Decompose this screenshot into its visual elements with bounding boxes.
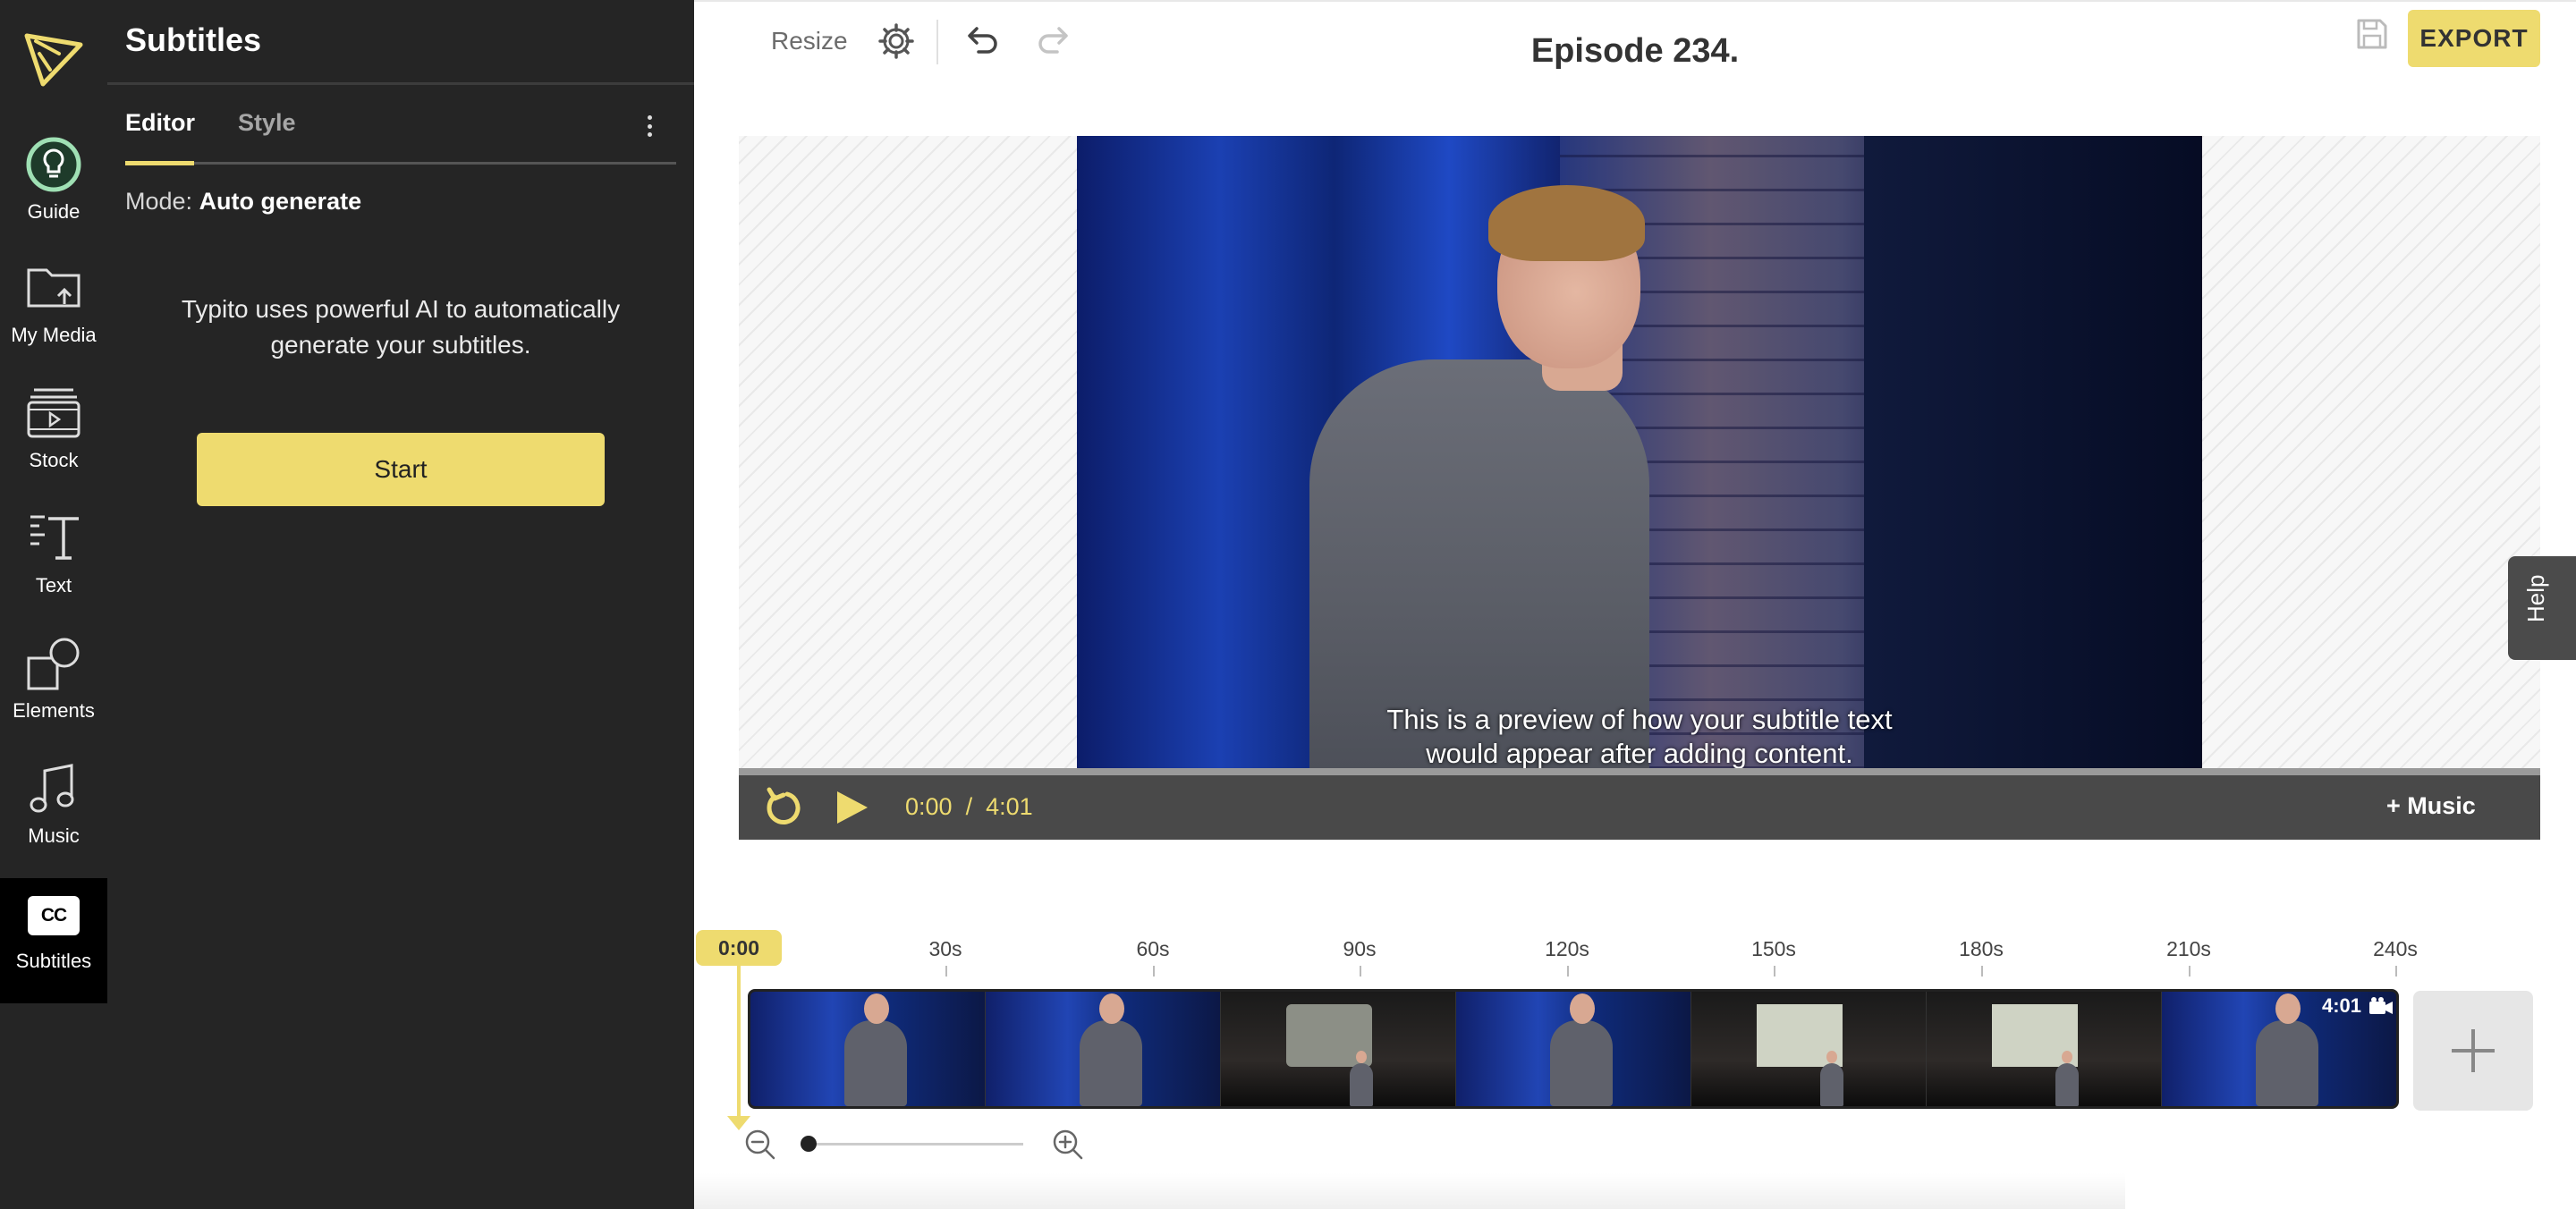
tick-mark	[2189, 966, 2190, 976]
time-display: 0:00 / 4:01	[905, 793, 1033, 821]
mode-label: Mode:	[125, 188, 193, 215]
dark-backdrop	[1864, 136, 2202, 769]
tick-mark	[945, 966, 947, 976]
tick-mark	[1360, 966, 1361, 976]
help-tab[interactable]: Help	[2508, 556, 2576, 660]
active-tab-indicator	[125, 161, 194, 165]
current-time: 0:00	[905, 793, 953, 820]
sidebar-item-guide[interactable]: Guide	[0, 125, 107, 249]
playhead-time[interactable]: 0:00	[696, 930, 782, 966]
more-options-icon[interactable]	[644, 113, 655, 140]
export-button[interactable]: EXPORT	[2408, 10, 2540, 67]
help-label: Help	[2522, 574, 2549, 622]
gear-icon[interactable]	[877, 21, 916, 61]
sidebar-item-label: My Media	[11, 324, 97, 346]
play-icon[interactable]	[834, 790, 869, 825]
clip-thumbnail	[1927, 992, 2162, 1106]
nav-rail: Guide My Media Stock Text Elements Music…	[0, 0, 107, 1209]
folder-upload-icon	[27, 268, 80, 308]
tab-underline	[125, 162, 676, 165]
timeline-ruler[interactable]: 30s 60s 90s 120s 150s 180s 210s 240s	[0, 930, 2576, 976]
toolbar-divider	[936, 20, 938, 64]
zoom-slider-handle[interactable]	[801, 1136, 817, 1152]
timeline-tick: 210s	[2166, 937, 2211, 960]
shapes-icon	[27, 638, 80, 690]
add-clip-button[interactable]	[2413, 991, 2533, 1111]
sidebar-item-music[interactable]: Music	[0, 749, 107, 873]
clip-thumbnail	[1456, 992, 1691, 1106]
zoom-slider[interactable]	[805, 1143, 1023, 1146]
timeline-tick: 150s	[1751, 937, 1796, 960]
panel-title: Subtitles	[125, 21, 262, 58]
text-icon	[30, 515, 79, 560]
sidebar-item-label: Guide	[27, 200, 80, 223]
sidebar-item-my-media[interactable]: My Media	[0, 249, 107, 372]
timeline-tick: 180s	[1959, 937, 2004, 960]
project-title[interactable]: Episode 234.	[1458, 32, 1812, 71]
film-stack-icon	[27, 388, 80, 438]
redo-icon[interactable]	[1036, 21, 1075, 61]
sidebar-item-label: Stock	[29, 449, 79, 471]
resize-button[interactable]: Resize	[771, 27, 848, 55]
player-controls: 0:00 / 4:01 + Music	[739, 775, 2540, 840]
music-note-icon	[30, 764, 74, 813]
save-icon[interactable]	[2354, 16, 2390, 52]
bulb-icon	[26, 137, 81, 192]
subtitle-description: Typito uses powerful AI to automatically…	[181, 295, 621, 359]
clip-thumbnail	[1691, 992, 1927, 1106]
zoom-out-icon[interactable]	[744, 1129, 776, 1161]
timeline-tick: 120s	[1545, 937, 1589, 960]
sidebar-item-label: Text	[35, 574, 72, 596]
clip-duration: 4:01	[2322, 994, 2362, 1017]
timeline-tick: 60s	[1136, 937, 1170, 960]
sidebar-item-text[interactable]: Text	[0, 499, 107, 622]
add-music-button[interactable]: + Music	[2386, 792, 2476, 820]
typito-logo-icon[interactable]	[23, 30, 84, 88]
clip-thumbnail	[1221, 992, 1456, 1106]
seek-bar[interactable]	[739, 768, 2540, 775]
total-duration: 4:01	[986, 793, 1033, 820]
sidebar-item-elements[interactable]: Elements	[0, 624, 107, 748]
tick-mark	[2395, 966, 2397, 976]
subtitle-line: would appear after adding content.	[1426, 738, 1853, 769]
tick-mark	[1774, 966, 1775, 976]
timeline-tick: 90s	[1343, 937, 1377, 960]
undo-icon[interactable]	[961, 21, 1000, 61]
tab-style[interactable]: Style	[238, 109, 296, 137]
divider	[107, 82, 694, 85]
plus-icon	[2452, 1029, 2495, 1072]
zoom-in-icon[interactable]	[1052, 1129, 1084, 1161]
clip-thumbnail	[750, 992, 986, 1106]
sidebar-item-label: Music	[28, 824, 80, 847]
video-preview[interactable]	[1077, 136, 2202, 769]
sidebar-item-stock[interactable]: Stock	[0, 374, 107, 497]
replay-icon[interactable]	[762, 786, 805, 829]
tab-editor[interactable]: Editor	[125, 109, 195, 137]
tick-mark	[1981, 966, 1983, 976]
playhead[interactable]	[737, 966, 741, 1123]
clip-thumbnail	[986, 992, 1221, 1106]
mode-row: Mode: Auto generate	[125, 188, 361, 216]
timeline-tick: 30s	[928, 937, 962, 960]
time-separator: /	[965, 793, 973, 820]
timeline-tick: 240s	[2373, 937, 2418, 960]
subtitle-line: This is a preview of how your subtitle t…	[1386, 704, 1893, 735]
speaker-hair	[1488, 185, 1645, 261]
subtitles-panel: Subtitles Editor Style Mode: Auto genera…	[107, 0, 694, 1209]
video-camera-icon	[2369, 997, 2393, 1014]
tick-mark	[1567, 966, 1569, 976]
subtitle-preview: This is a preview of how your subtitle t…	[1077, 703, 2202, 771]
tick-mark	[1153, 966, 1155, 976]
mode-value: Auto generate	[199, 188, 362, 215]
video-clip-track[interactable]	[748, 989, 2399, 1109]
sidebar-item-label: Elements	[13, 699, 95, 722]
nav-rail-bottom	[0, 1003, 107, 1209]
bottom-shadow	[694, 1173, 2125, 1209]
top-border	[694, 0, 2576, 2]
start-button[interactable]: Start	[197, 433, 605, 506]
